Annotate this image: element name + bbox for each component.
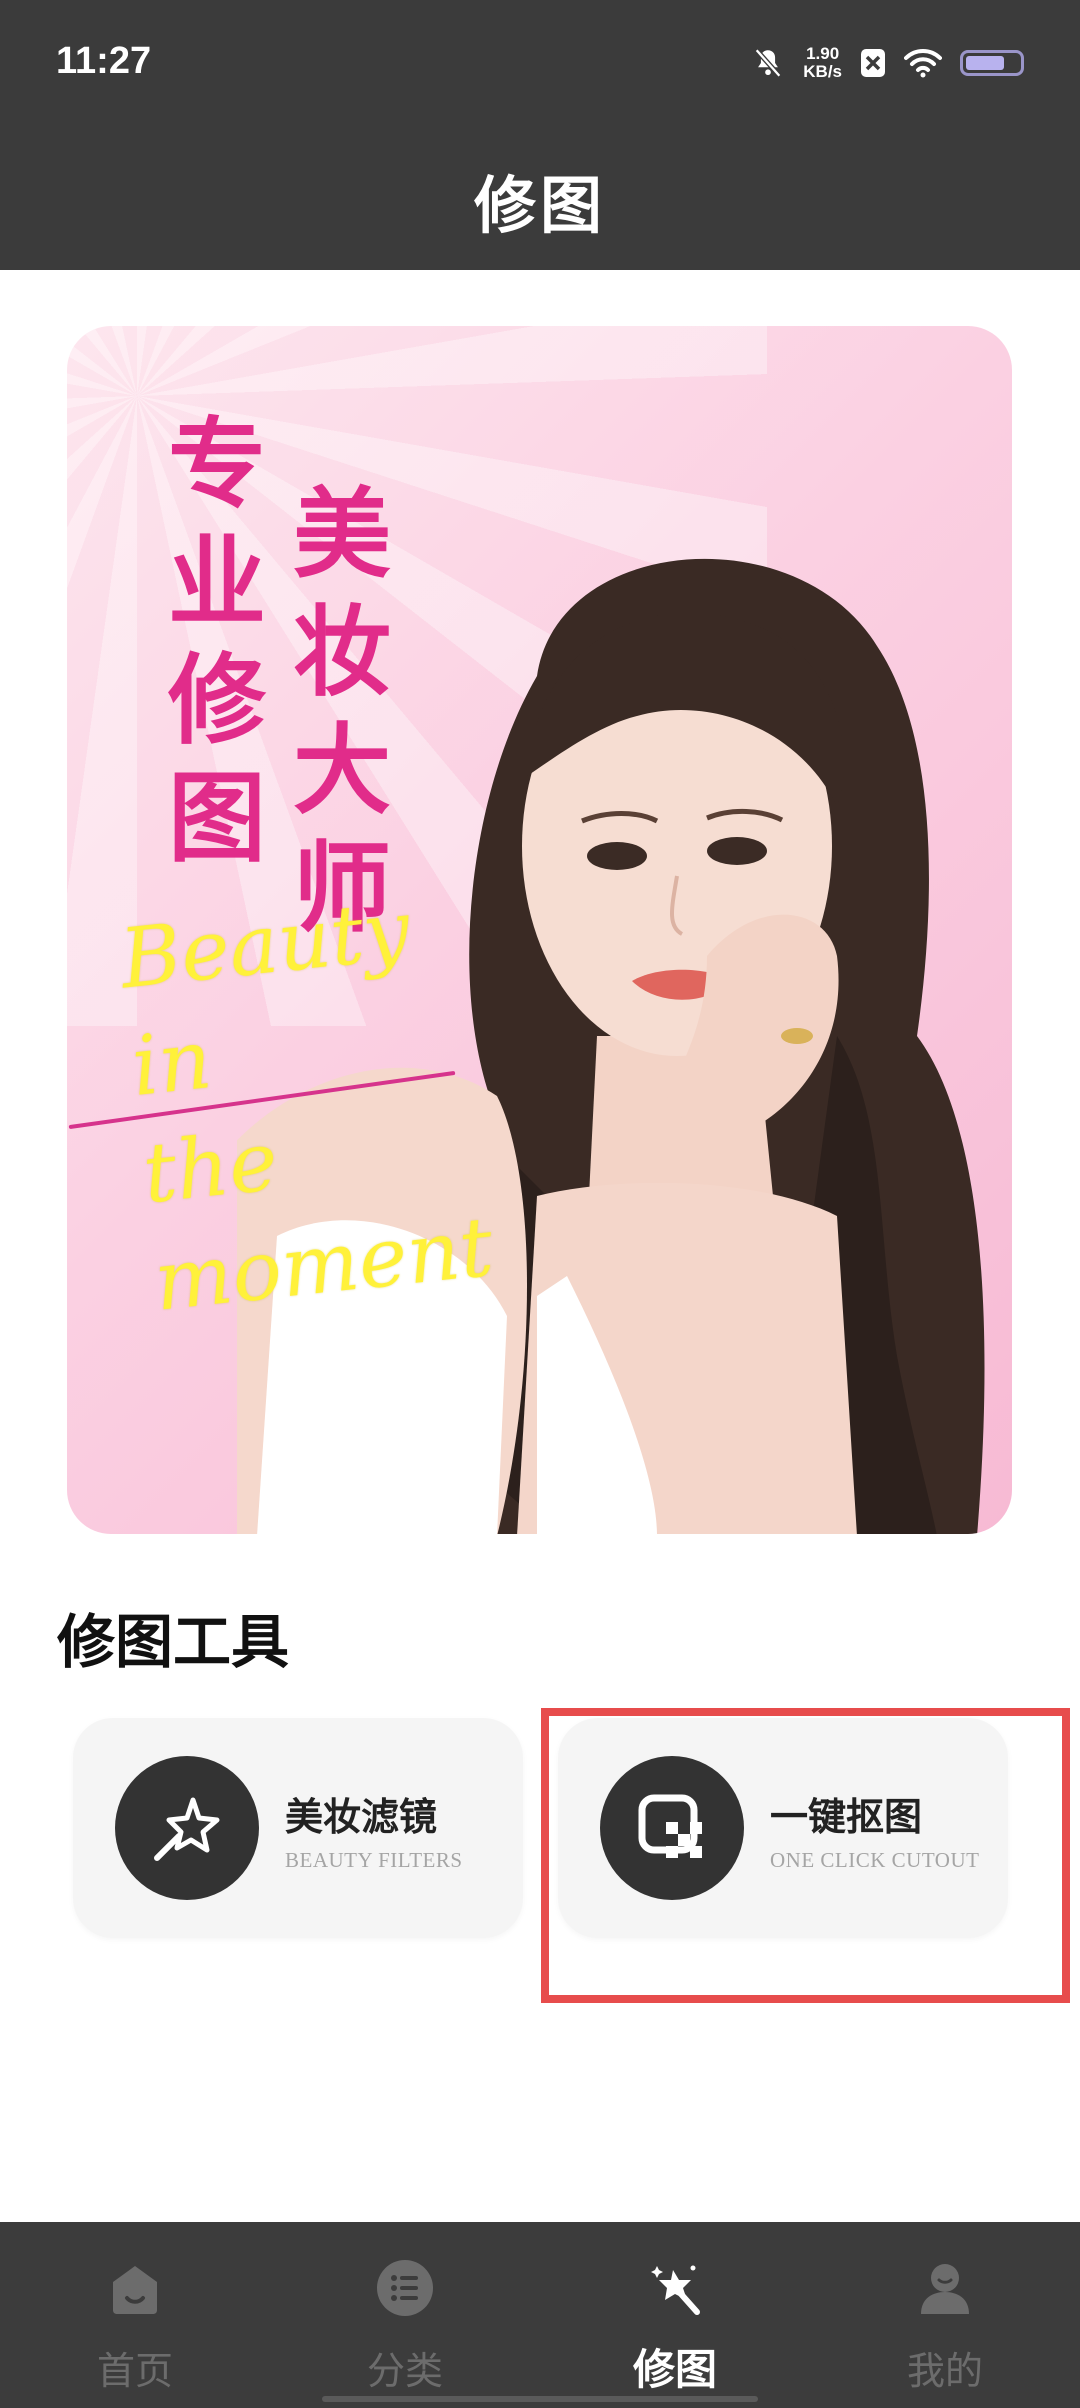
banner-headline-1: 专 业 修 图 <box>162 406 272 878</box>
clock: 11:27 <box>56 40 152 82</box>
battery-icon <box>960 50 1024 76</box>
tool-title: 美妆滤镜 <box>285 1794 438 1839</box>
network-speed-unit: KB/s <box>803 62 842 81</box>
home-icon <box>113 2266 157 2314</box>
home-indicator[interactable] <box>322 2396 758 2402</box>
magic-wand-star-icon <box>115 1756 259 1900</box>
battery-level <box>966 56 1004 70</box>
user-icon <box>921 2264 969 2314</box>
sim-x-icon <box>861 49 885 77</box>
section-title: 修图工具 <box>57 1608 290 1676</box>
banner-char: 专 <box>167 407 266 522</box>
network-speed: 1.90 KB/s <box>803 45 842 81</box>
banner-script-text: Beauty in the moment <box>115 867 538 1336</box>
banner-char: 修 <box>167 643 266 758</box>
list-icon <box>377 2260 433 2316</box>
banner-headline-2: 美 妆 大 师 <box>287 476 397 948</box>
banner-char: 大 <box>292 713 391 828</box>
banner-char: 图 <box>167 761 266 876</box>
banner-char: 业 <box>167 525 266 640</box>
tab-label: 首页 <box>96 2349 173 2393</box>
status-bar: 11:27 1.90 KB/s <box>0 0 1080 130</box>
banner-script-line-1: Beauty in <box>116 882 415 1115</box>
wifi-icon <box>904 48 942 78</box>
tab-label: 我的 <box>906 2349 983 2393</box>
mute-bell-icon <box>755 48 782 78</box>
beauty-filters-card[interactable]: 美妆滤镜 BEAUTY FILTERS <box>73 1718 523 1938</box>
highlight-box <box>541 1708 1070 2003</box>
promo-banner[interactable]: 专 业 修 图 美 妆 大 师 Beauty in the moment <box>67 326 1012 1534</box>
tab-retouch[interactable]: 修图 <box>540 2222 810 2408</box>
banner-char: 美 <box>292 477 391 592</box>
tool-subtitle: BEAUTY FILTERS <box>285 1848 463 1872</box>
bottom-tab-bar: 首页 分类 修图 我的 <box>0 2222 1080 2408</box>
network-speed-value: 1.90 <box>806 44 840 63</box>
banner-script-line-2: the moment <box>138 1113 498 1330</box>
tab-profile[interactable]: 我的 <box>810 2222 1080 2408</box>
magic-wand-icon <box>651 2265 700 2315</box>
status-icons: 1.90 KB/s <box>751 40 1024 86</box>
tab-label: 修图 <box>632 2345 717 2394</box>
app-header: 修图 <box>0 130 1080 270</box>
tab-home[interactable]: 首页 <box>0 2222 270 2408</box>
tab-category[interactable]: 分类 <box>270 2222 540 2408</box>
page-title: 修图 <box>473 169 606 242</box>
banner-char: 妆 <box>292 595 391 710</box>
tab-label: 分类 <box>366 2349 443 2393</box>
